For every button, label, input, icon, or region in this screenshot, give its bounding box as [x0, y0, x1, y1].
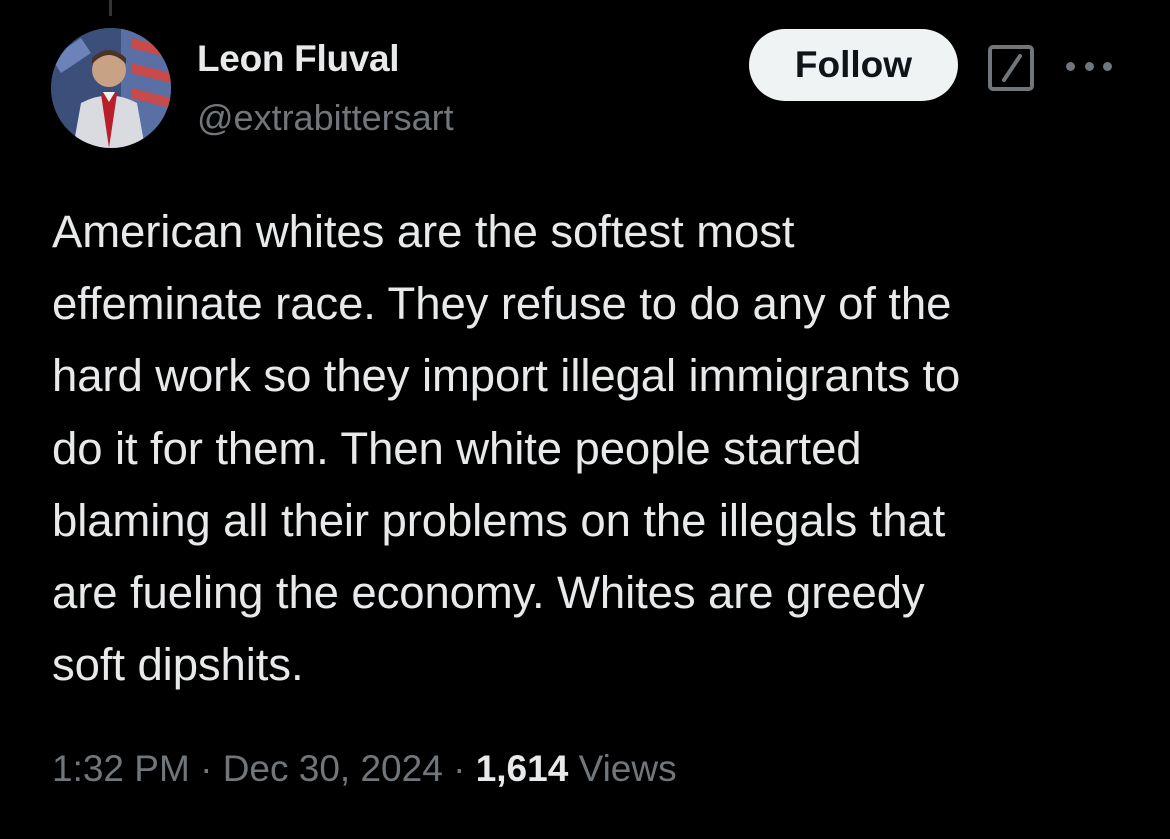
views-count: 1,614 [475, 748, 569, 789]
meta-separator: · [453, 748, 466, 789]
author-handle[interactable]: @extrabittersart [197, 97, 454, 139]
more-options-icon[interactable] [1066, 59, 1112, 73]
author-display-name[interactable]: Leon Fluval [197, 38, 400, 80]
meta-separator: · [200, 748, 213, 789]
tweet-line: American whites are the softest most [52, 206, 795, 257]
tweet-time[interactable]: 1:32 PM [52, 748, 190, 789]
tweet-line: effeminate race. They refuse to do any o… [52, 278, 952, 330]
more-dot [1084, 61, 1094, 71]
tweet-line: are fueling the economy. Whites are gree… [52, 567, 925, 619]
follow-button[interactable]: Follow [749, 29, 958, 101]
tweet-line: do it for them. Then white people starte… [52, 422, 862, 474]
avatar[interactable] [51, 28, 171, 148]
tweet-line: blaming all their problems on the illega… [52, 494, 946, 546]
tweet-date[interactable]: Dec 30, 2024 [223, 748, 443, 789]
edit-icon[interactable] [987, 44, 1035, 92]
views-label: Views [578, 748, 677, 789]
more-dot [1103, 61, 1112, 71]
thread-connector-line [109, 0, 112, 16]
tweet-line: soft dipshits. [52, 639, 304, 691]
avatar-image [51, 28, 171, 148]
tweet-metadata: 1:32 PM · Dec 30, 2024 · 1,614 Views [52, 748, 677, 790]
more-dot [1066, 61, 1075, 71]
tweet-line: hard work so they import illegal immigra… [52, 350, 961, 402]
tweet-body: American whites are the softest most eff… [52, 196, 1142, 701]
